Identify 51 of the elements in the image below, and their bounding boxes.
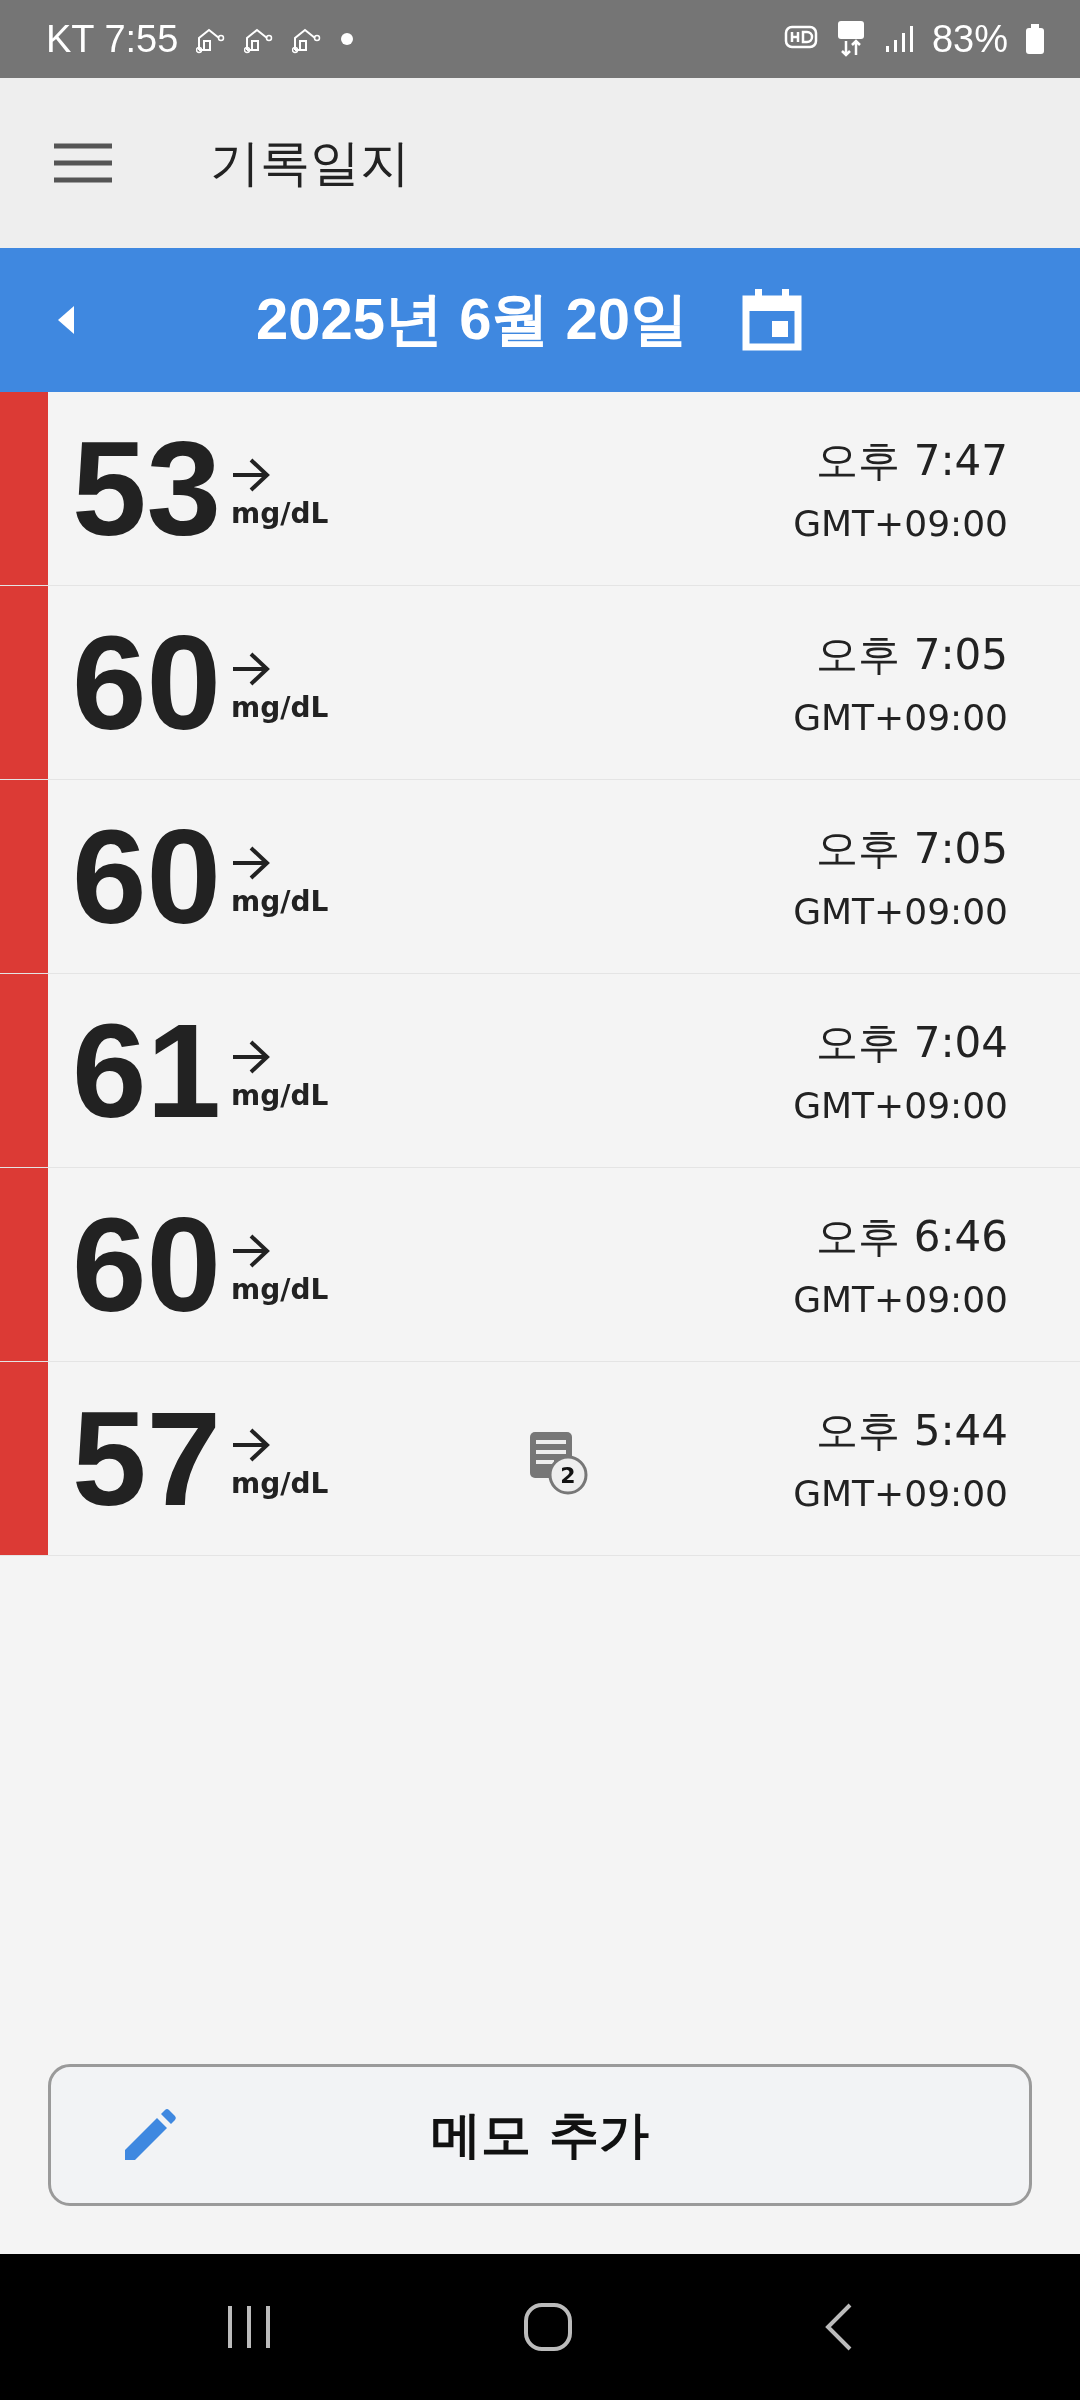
- reading-row[interactable]: 60 mg/dL 오후 7:05 GMT+09:00: [0, 780, 1080, 974]
- timezone-label: GMT+09:00: [793, 1085, 1008, 1126]
- right-arrow-icon: [231, 457, 272, 493]
- unit-label: mg/dL: [231, 885, 329, 918]
- reading-row[interactable]: 60 mg/dL 오후 7:05 GMT+09:00: [0, 586, 1080, 780]
- right-arrow-icon: [231, 1233, 272, 1269]
- screen-title: 기록일지: [210, 132, 410, 194]
- home-button-icon[interactable]: [523, 2302, 573, 2352]
- reading-row[interactable]: 53 mg/dL 오후 7:47 GMT+09:00: [0, 392, 1080, 586]
- timezone-label: GMT+09:00: [793, 697, 1008, 738]
- glucose-value: 57: [72, 1391, 222, 1526]
- glucose-value: 60: [72, 615, 222, 750]
- reading-time: 오후 7:04: [816, 1017, 1008, 1069]
- dot-icon: [340, 32, 355, 46]
- status-time: KT 7:55: [46, 17, 179, 61]
- glucose-value: 60: [72, 1197, 222, 1332]
- pencil-icon: [123, 2108, 177, 2162]
- glucose-value: 53: [72, 421, 222, 556]
- reading-time: 오후 6:46: [816, 1211, 1008, 1263]
- timezone-label: GMT+09:00: [793, 1279, 1008, 1320]
- menu-icon[interactable]: [54, 143, 112, 183]
- reading-row[interactable]: 57 mg/dL 2 오후 5:44 GMT+09:00: [0, 1362, 1080, 1556]
- right-arrow-icon: [231, 1039, 272, 1075]
- calendar-icon[interactable]: [742, 289, 803, 351]
- previous-day-icon[interactable]: [58, 306, 74, 334]
- right-arrow-icon: [231, 651, 272, 687]
- reading-time: 오후 7:05: [816, 629, 1008, 681]
- reading-row[interactable]: 61 mg/dL 오후 7:04 GMT+09:00: [0, 974, 1080, 1168]
- signal-icon: [883, 24, 914, 54]
- add-memo-button[interactable]: 메모 추가: [48, 2064, 1032, 2206]
- battery-icon: [1026, 24, 1044, 54]
- unit-label: mg/dL: [231, 497, 329, 530]
- network-icon: [835, 19, 866, 59]
- unit-label: mg/dL: [231, 691, 329, 724]
- battery-percent: 83%: [931, 17, 1008, 61]
- timezone-label: GMT+09:00: [793, 1473, 1008, 1514]
- reading-time: 오후 7:47: [816, 435, 1008, 487]
- glucose-value: 61: [72, 1003, 222, 1138]
- right-arrow-icon: [231, 845, 272, 881]
- reading-time: 오후 7:05: [816, 823, 1008, 875]
- right-arrow-icon: [231, 1427, 272, 1463]
- unit-label: mg/dL: [231, 1273, 329, 1306]
- unit-label: mg/dL: [231, 1079, 329, 1112]
- glucose-value: 60: [72, 809, 222, 944]
- timezone-label: GMT+09:00: [793, 891, 1008, 932]
- reading-time: 오후 5:44: [816, 1405, 1008, 1457]
- unit-label: mg/dL: [231, 1467, 329, 1500]
- reading-row[interactable]: 60 mg/dL 오후 6:46 GMT+09:00: [0, 1168, 1080, 1362]
- recent-apps-icon[interactable]: [225, 2304, 272, 2350]
- timezone-label: GMT+09:00: [793, 503, 1008, 544]
- date-label: 2025년 6월 20일: [256, 285, 689, 353]
